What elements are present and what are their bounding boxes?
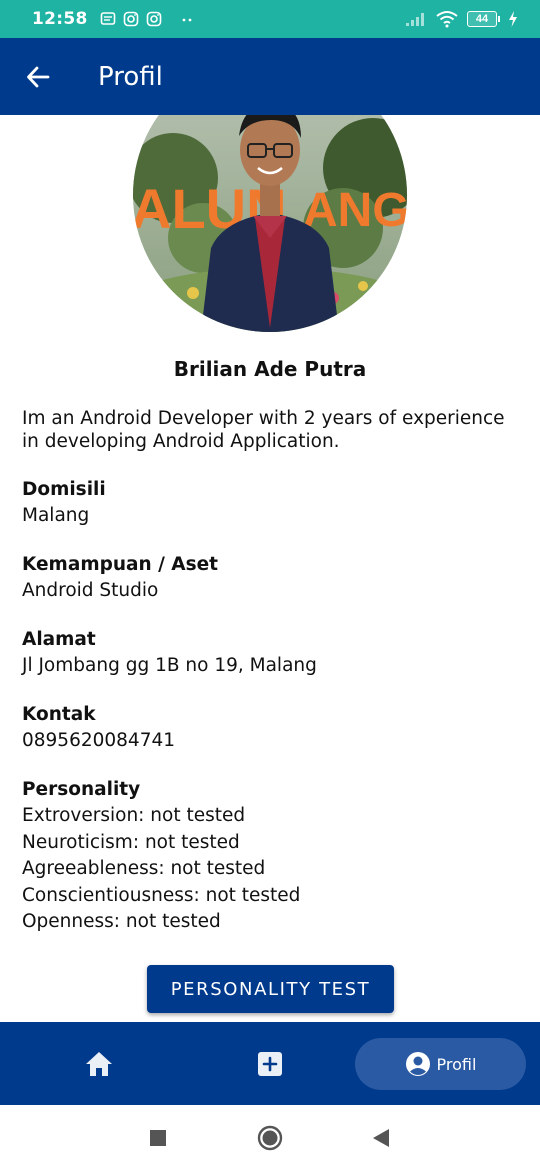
more-dots-icon [182, 18, 192, 22]
arrow-left-icon [27, 66, 50, 87]
personality-item: Agreeableness: not tested [22, 858, 266, 879]
field-personality: Personality Extroversion: not tested Neu… [22, 777, 518, 936]
account-circle-icon [405, 1052, 430, 1076]
home-system-button[interactable] [257, 1125, 283, 1151]
nav-profil-label: Profil [436, 1054, 477, 1074]
svg-text:ANG: ANG [303, 184, 407, 237]
app-bar: Profil [0, 38, 540, 115]
message-icon [100, 12, 115, 25]
field-kontak: Kontak 0895620084741 [22, 702, 518, 755]
personality-test-button[interactable]: PERSONALITY TEST [147, 965, 394, 1013]
system-nav-bar [0, 1105, 540, 1170]
field-value: Malang [22, 505, 90, 526]
personality-item: Openness: not tested [22, 911, 221, 932]
instagram-icon [123, 11, 138, 27]
wifi-icon [436, 11, 458, 28]
field-label: Kontak [22, 704, 96, 725]
back-triangle-icon [373, 1129, 389, 1147]
profile-content[interactable]: ALUN ANG Brilian Ade Putra Im an Android… [0, 115, 540, 1022]
back-system-button[interactable] [368, 1125, 394, 1151]
signal-icon [406, 13, 424, 26]
nav-add[interactable] [245, 1038, 295, 1090]
home-circle-icon [257, 1125, 283, 1151]
recents-button[interactable] [145, 1125, 171, 1151]
notification-icons [100, 11, 195, 27]
home-icon [86, 1052, 112, 1076]
profile-bio: Im an Android Developer with 2 years of … [22, 408, 505, 452]
personality-item: Neuroticism: not tested [22, 831, 240, 853]
field-domisili: Domisili Malang [22, 477, 518, 530]
instagram-icon [146, 11, 161, 27]
battery-level: 44 [467, 11, 497, 27]
back-button[interactable] [18, 57, 58, 97]
nav-profil[interactable]: Profil [355, 1038, 526, 1090]
add-box-icon [258, 1052, 282, 1076]
profile-name: Brilian Ade Putra [173, 357, 367, 381]
personality-item: Conscientiousness: not tested [22, 884, 301, 906]
avatar: ALUN ANG [133, 115, 407, 332]
field-value: Android Studio [22, 580, 159, 601]
field-value: Jl Jombang gg 1B no 19, Malang [22, 655, 317, 676]
page-title: Profil [98, 61, 163, 92]
field-alamat: Alamat Jl Jombang gg 1B no 19, Malang [22, 627, 518, 680]
field-value: 0895620084741 [22, 730, 176, 751]
bottom-nav: Profil [0, 1022, 540, 1105]
system-status-icons: 44 [405, 10, 518, 28]
personality-item: Extroversion: not tested [22, 805, 246, 826]
status-bar: 12:58 44 [0, 0, 540, 38]
field-label: Domisili [22, 479, 106, 500]
battery-icon: 44 [467, 11, 500, 27]
nav-home[interactable] [74, 1038, 124, 1090]
field-kemampuan: Kemampuan / Aset Android Studio [22, 552, 518, 605]
recents-square-icon [150, 1130, 166, 1146]
charging-icon [509, 11, 517, 27]
status-time: 12:58 [32, 9, 88, 29]
field-label: Alamat [22, 629, 96, 650]
field-label: Kemampuan / Aset [22, 554, 219, 575]
profile-photo: ALUN ANG [133, 115, 407, 332]
field-label: Personality [22, 779, 141, 800]
